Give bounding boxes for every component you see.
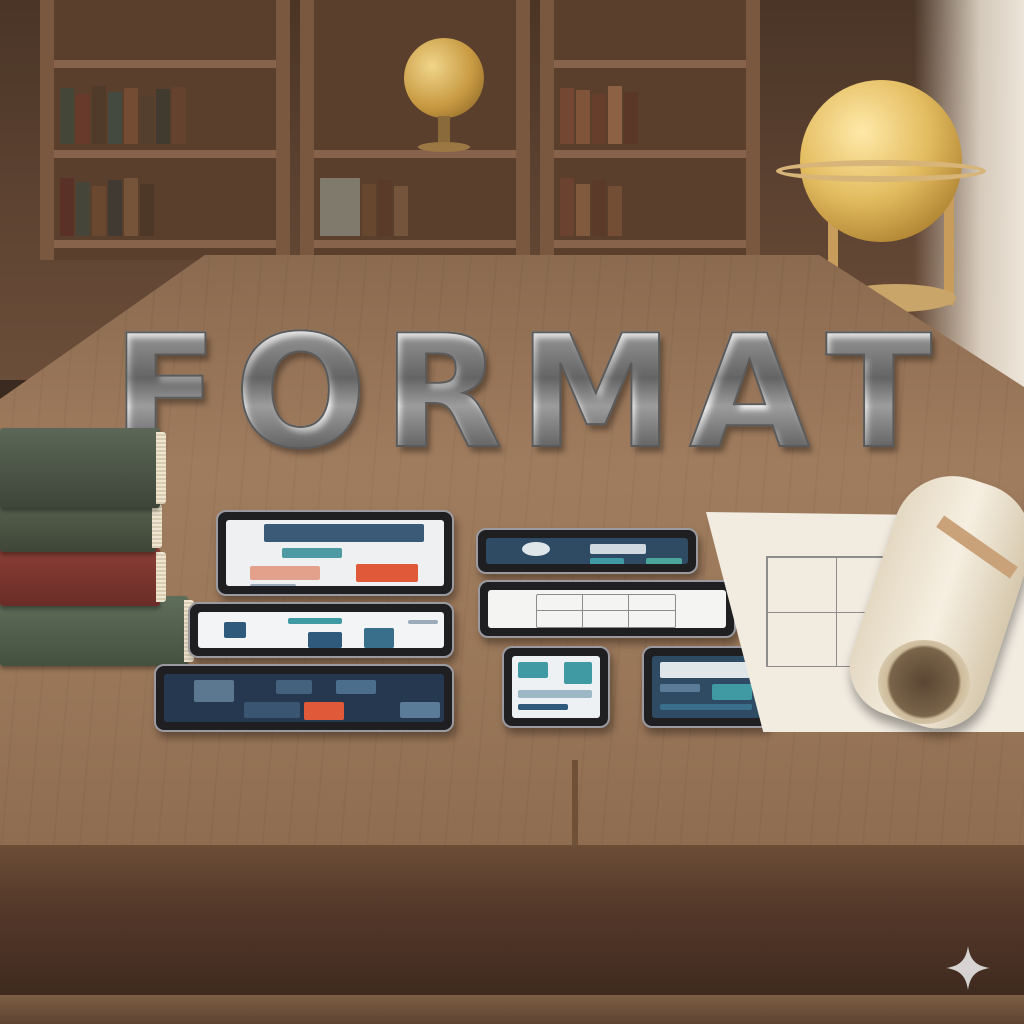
device-screen	[164, 674, 444, 722]
roll-opening	[878, 640, 970, 724]
floor	[0, 995, 1024, 1024]
letter-r: R	[381, 301, 503, 483]
book-row	[320, 176, 510, 236]
tablet-middle-right	[478, 580, 736, 638]
tablet-middle-left	[188, 602, 454, 658]
device-screen	[488, 590, 726, 628]
table-edge	[0, 845, 1024, 995]
book-top	[0, 428, 166, 508]
device-screen	[226, 520, 444, 586]
shelf-board	[54, 240, 276, 248]
letter-t: T	[825, 301, 933, 483]
shelf-board	[314, 150, 516, 158]
shelf-board	[554, 240, 746, 248]
small-globe-base	[418, 142, 470, 152]
book-row	[560, 176, 740, 236]
tablet-top-left	[216, 510, 454, 596]
letter-m: M	[517, 301, 674, 483]
photo-scene: F O R M A T	[0, 0, 1024, 1024]
shelf-board	[554, 60, 746, 68]
device-screen	[512, 656, 600, 718]
book-row	[60, 84, 270, 144]
bookshelf-right	[540, 0, 760, 260]
book-row	[560, 84, 740, 144]
book-bottom	[0, 596, 194, 666]
device-screen	[652, 656, 760, 718]
tablet-top-right	[476, 528, 698, 574]
bookshelf-left	[40, 0, 290, 260]
book-row	[60, 176, 270, 236]
small-globe	[404, 38, 484, 118]
book-red	[0, 548, 166, 606]
device-screen	[486, 538, 688, 564]
tablet-bottom-left	[154, 664, 454, 732]
letter-a: A	[688, 301, 811, 483]
phone-left	[502, 646, 610, 728]
shelf-board	[54, 60, 276, 68]
device-screen	[198, 612, 444, 648]
letter-o: O	[233, 301, 368, 483]
shelf-board	[54, 150, 276, 158]
bookshelf-center	[300, 0, 530, 260]
format-metal-letters: F O R M A T	[111, 301, 933, 483]
globe-ring	[776, 160, 986, 182]
sparkle-icon	[946, 946, 990, 990]
shelf-board	[554, 150, 746, 158]
shelf-board	[314, 240, 516, 248]
